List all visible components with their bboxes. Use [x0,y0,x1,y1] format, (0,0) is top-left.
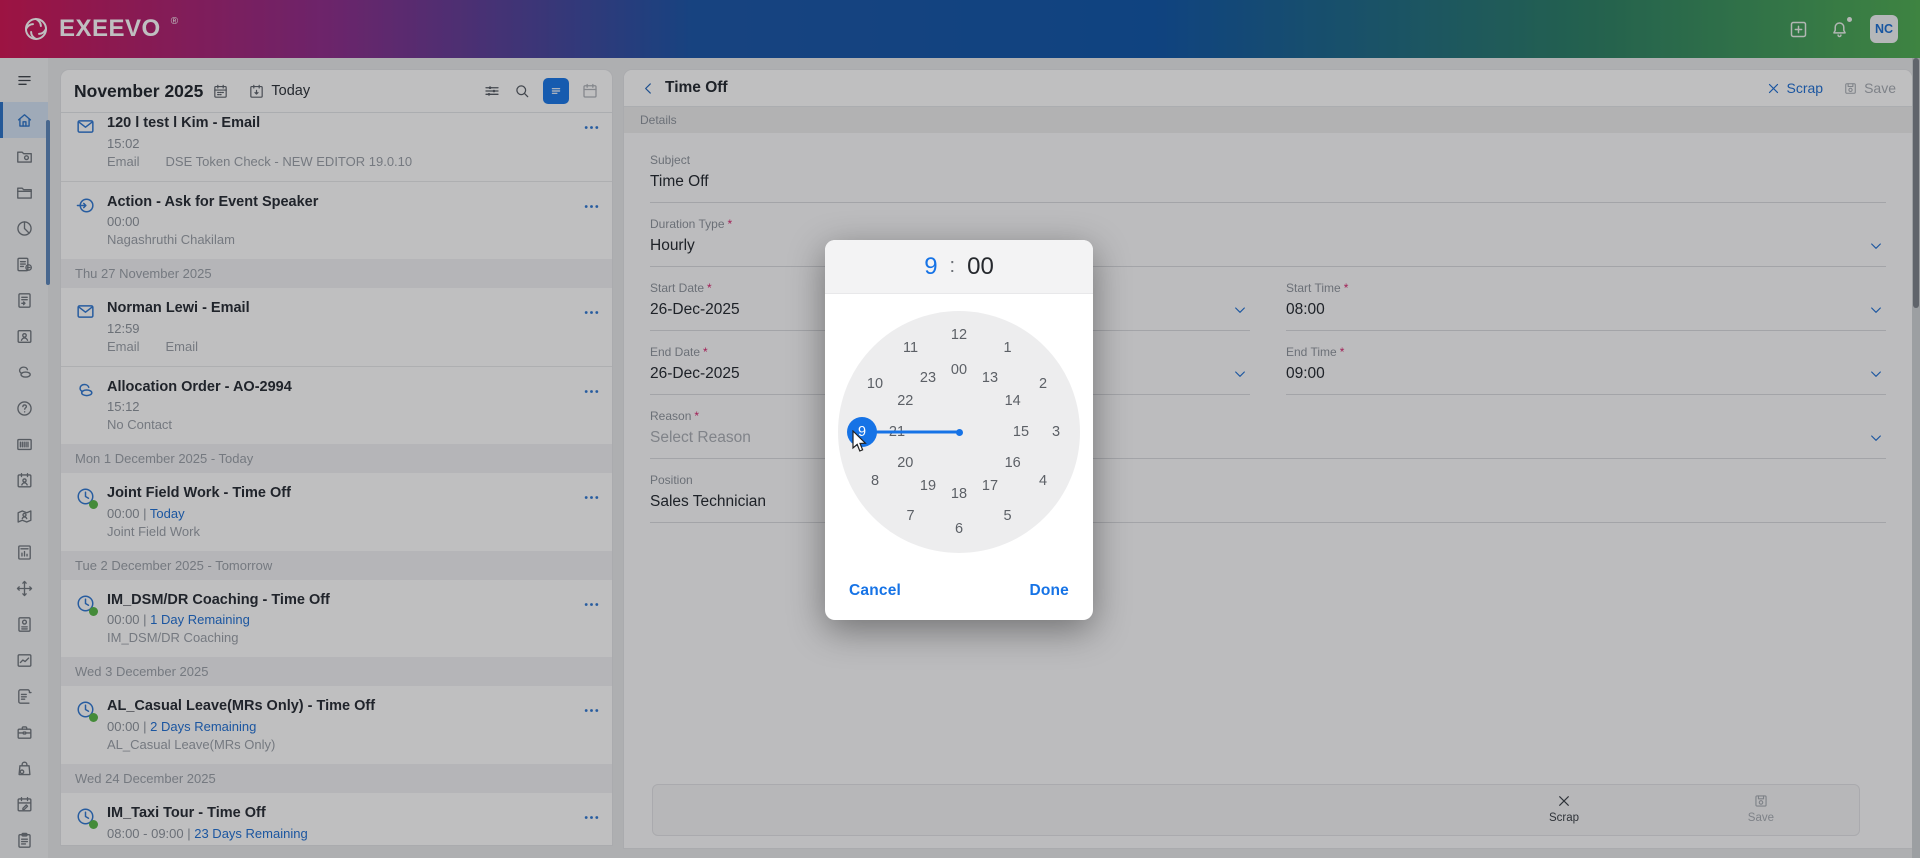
clock-number-18[interactable]: 18 [946,481,972,507]
clock-center-dot [955,428,963,436]
clock-number-8[interactable]: 8 [862,468,888,494]
clock-number-17[interactable]: 17 [977,473,1003,499]
done-button[interactable]: Done [1029,582,1069,600]
minute-value[interactable]: 00 [967,253,994,281]
clock-number-14[interactable]: 14 [1000,388,1026,414]
clock-number-00[interactable]: 00 [946,357,972,383]
clock-number-4[interactable]: 4 [1030,468,1056,494]
time-picker-header: 9 : 00 [825,240,1093,294]
clock-face[interactable]: 12 1 2 3 4 5 6 7 8 9 10 11 00 13 14 15 16 17 18 19 20 21 22 23 [838,311,1080,553]
clock-number-6[interactable]: 6 [946,516,972,542]
clock-number-1[interactable]: 1 [995,335,1021,361]
clock-number-5[interactable]: 5 [995,503,1021,529]
cancel-button[interactable]: Cancel [849,582,901,600]
clock-number-12[interactable]: 12 [946,322,972,348]
clock-number-16[interactable]: 16 [1000,450,1026,476]
mouse-cursor [852,430,867,452]
clock-number-3[interactable]: 3 [1043,419,1069,445]
clock-number-22[interactable]: 22 [892,388,918,414]
clock-number-10[interactable]: 10 [862,371,888,397]
clock-number-19[interactable]: 19 [915,473,941,499]
clock-number-7[interactable]: 7 [898,503,924,529]
time-separator: : [949,255,956,277]
clock-number-20[interactable]: 20 [892,450,918,476]
clock-number-2[interactable]: 2 [1030,371,1056,397]
clock-number-23[interactable]: 23 [915,365,941,391]
hour-value[interactable]: 9 [924,253,937,281]
clock-number-11[interactable]: 11 [898,335,924,361]
clock-number-15[interactable]: 15 [1008,419,1034,445]
